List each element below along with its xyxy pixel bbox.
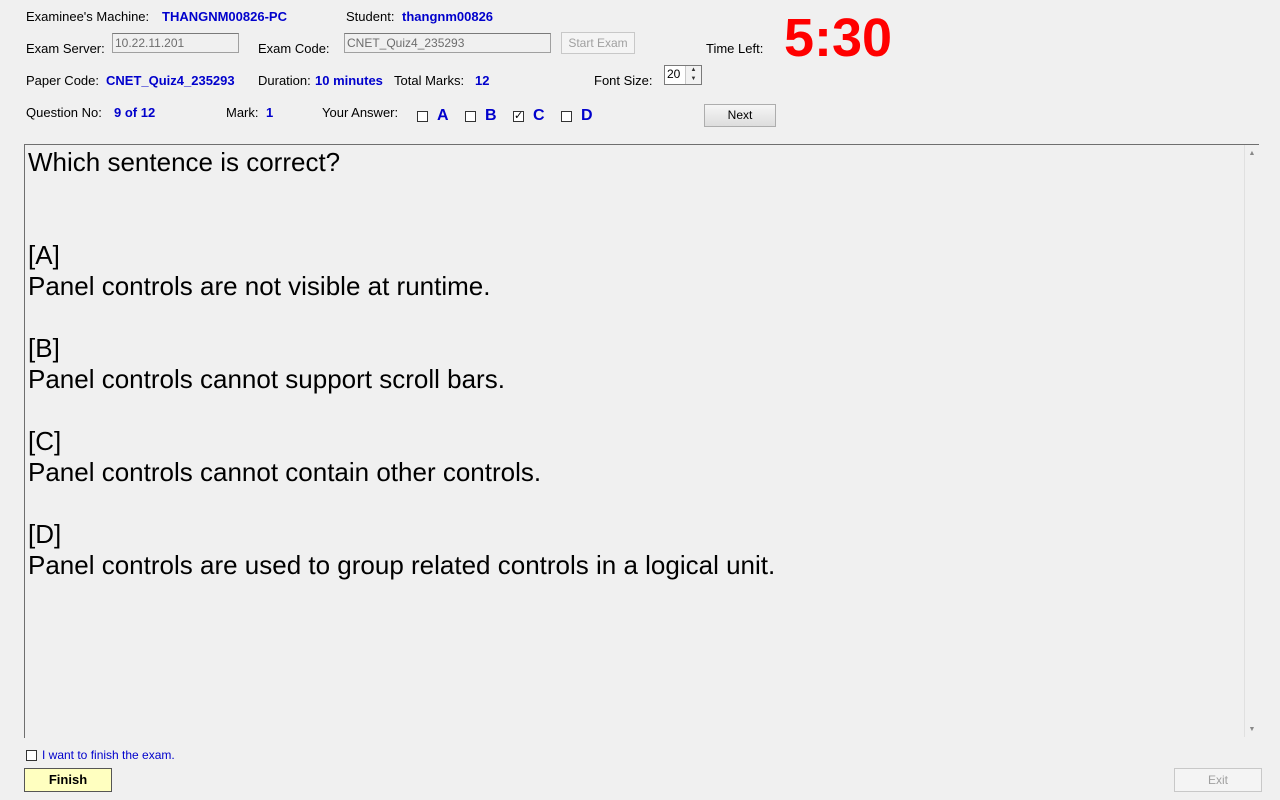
font-size-spinner[interactable]: 20 ▲ ▼ xyxy=(664,65,702,85)
question-panel[interactable]: Which sentence is correct? [A] Panel con… xyxy=(24,144,1259,738)
duration-value: 10 minutes xyxy=(315,73,383,88)
exam-code-label: Exam Code: xyxy=(258,41,330,56)
machine-value: THANGNM00826-PC xyxy=(162,9,287,24)
mark-value: 1 xyxy=(266,105,274,120)
checkbox-icon[interactable] xyxy=(465,110,476,122)
font-size-label: Font Size: xyxy=(594,73,653,88)
option-tag-c: [C] xyxy=(28,426,62,456)
answer-letter-a: A xyxy=(437,107,449,124)
start-exam-button[interactable]: Start Exam xyxy=(561,32,635,54)
finish-button[interactable]: Finish xyxy=(24,768,112,792)
answer-checkbox-b[interactable]: B xyxy=(465,107,497,125)
scroll-up-icon[interactable]: ▲ xyxy=(1245,150,1259,157)
checkbox-icon[interactable] xyxy=(417,110,428,122)
vertical-scrollbar[interactable]: ▲ ▼ xyxy=(1244,145,1259,737)
finish-exam-checkbox[interactable]: I want to finish the exam. xyxy=(26,748,175,762)
exam-server-label: Exam Server: xyxy=(26,41,105,56)
finish-exam-checkbox-label[interactable]: I want to finish the exam. xyxy=(42,748,175,762)
spin-up-icon[interactable]: ▲ xyxy=(686,66,701,75)
answer-letter-c: C xyxy=(533,107,545,124)
total-marks-label: Total Marks: xyxy=(394,73,465,88)
checkbox-icon[interactable] xyxy=(561,110,572,122)
time-left-label: Time Left: xyxy=(706,41,764,56)
student-label: Student: xyxy=(346,9,395,24)
duration-label: Duration: xyxy=(258,73,311,88)
question-content: Which sentence is correct? [A] Panel con… xyxy=(28,147,1243,581)
option-text-c: Panel controls cannot contain other cont… xyxy=(28,457,542,487)
question-text: Which sentence is correct? xyxy=(28,147,341,177)
option-tag-a: [A] xyxy=(28,240,60,270)
option-text-a: Panel controls are not visible at runtim… xyxy=(28,271,491,301)
time-left-value: 5:30 xyxy=(784,8,893,68)
exam-server-field[interactable]: 10.22.11.201 xyxy=(112,33,239,53)
answer-checkbox-a[interactable]: A xyxy=(417,107,449,125)
answer-checkbox-d[interactable]: D xyxy=(561,107,593,125)
font-size-spinner-arrows[interactable]: ▲ ▼ xyxy=(685,66,701,84)
question-no-value: 9 of 12 xyxy=(114,105,156,120)
option-text-d: Panel controls are used to group related… xyxy=(28,550,776,580)
checkbox-icon[interactable]: ✓ xyxy=(513,109,524,122)
checkbox-icon[interactable] xyxy=(26,749,37,761)
mark-label: Mark: xyxy=(226,105,259,120)
answer-letter-d: D xyxy=(581,107,593,124)
option-text-b: Panel controls cannot support scroll bar… xyxy=(28,364,505,394)
scroll-down-icon[interactable]: ▼ xyxy=(1245,726,1259,733)
answer-checkbox-c[interactable]: ✓ C xyxy=(513,107,545,125)
your-answer-label: Your Answer: xyxy=(322,105,399,120)
student-value: thangnm00826 xyxy=(402,9,494,24)
font-size-value: 20 xyxy=(667,67,681,81)
answer-c-tick: ✓ xyxy=(514,109,524,122)
machine-label: Examinee's Machine: xyxy=(26,9,150,24)
paper-code-value: CNET_Quiz4_235293 xyxy=(106,73,235,88)
exit-button[interactable]: Exit xyxy=(1174,768,1262,792)
question-no-label: Question No: xyxy=(26,105,102,120)
option-tag-b: [B] xyxy=(28,333,60,363)
option-tag-d: [D] xyxy=(28,519,62,549)
exam-code-field[interactable]: CNET_Quiz4_235293 xyxy=(344,33,551,53)
spin-down-icon[interactable]: ▼ xyxy=(686,75,701,84)
answer-letter-b: B xyxy=(485,107,497,124)
next-button[interactable]: Next xyxy=(704,104,776,127)
total-marks-value: 12 xyxy=(475,73,490,88)
paper-code-label: Paper Code: xyxy=(26,73,99,88)
